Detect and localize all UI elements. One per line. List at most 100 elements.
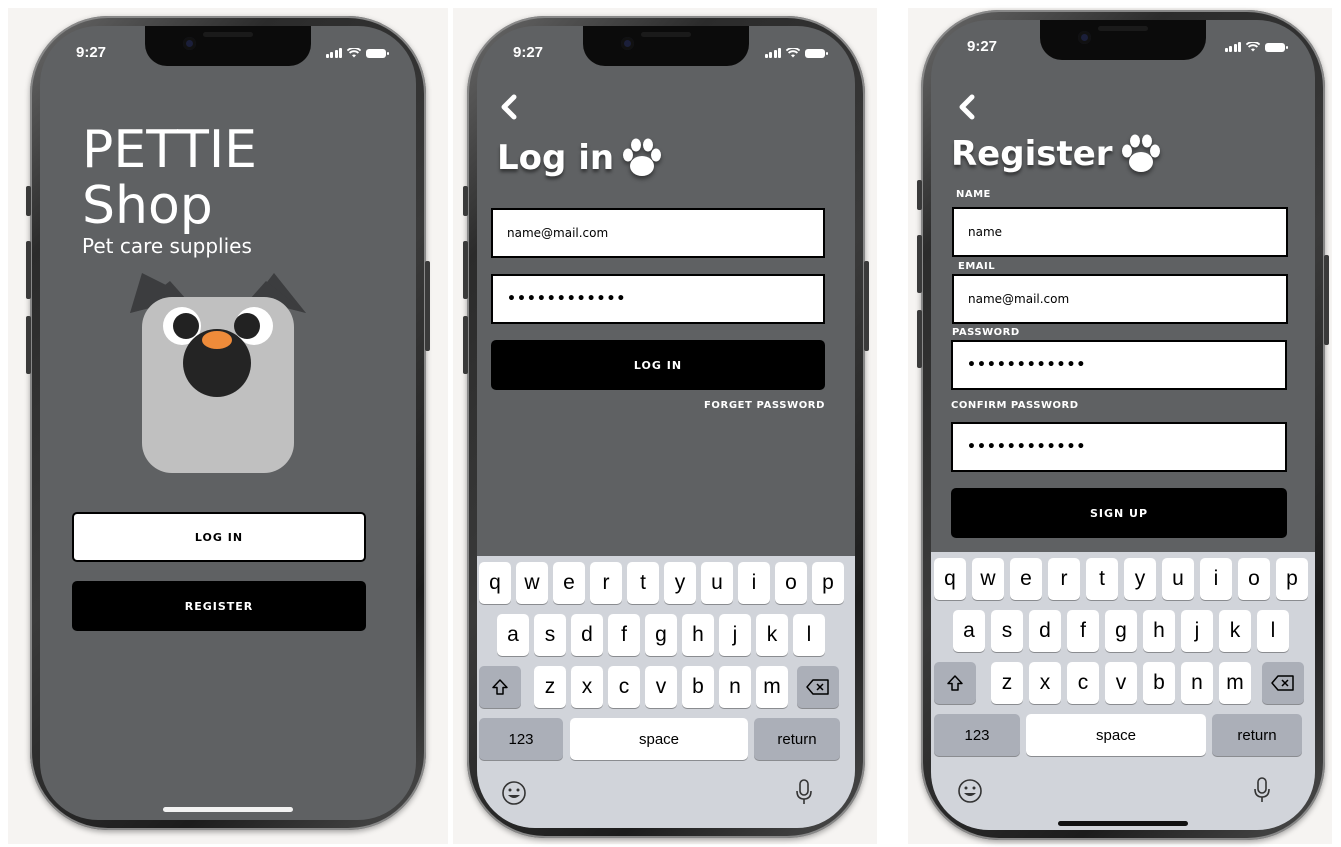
key-b[interactable]: b: [1143, 662, 1175, 704]
key-j[interactable]: j: [719, 614, 751, 656]
shift-key[interactable]: [934, 662, 976, 704]
home-indicator[interactable]: [1058, 821, 1188, 826]
return-key[interactable]: return: [754, 718, 840, 760]
key-l[interactable]: l: [793, 614, 825, 656]
key-p[interactable]: p: [1276, 558, 1308, 600]
login-title: Log in: [497, 138, 615, 178]
key-x[interactable]: x: [1029, 662, 1061, 704]
key-k[interactable]: k: [756, 614, 788, 656]
confirm-password-label: CONFIRM PASSWORD: [951, 400, 1079, 411]
key-g[interactable]: g: [1105, 610, 1137, 652]
name-field[interactable]: name: [952, 207, 1288, 257]
shift-key[interactable]: [479, 666, 521, 708]
key-u[interactable]: u: [701, 562, 733, 604]
key-q[interactable]: q: [479, 562, 511, 604]
key-z[interactable]: z: [991, 662, 1023, 704]
numbers-key[interactable]: 123: [479, 718, 563, 760]
notch: [1040, 20, 1206, 60]
delete-key[interactable]: [1262, 662, 1304, 704]
key-r[interactable]: r: [590, 562, 622, 604]
key-w[interactable]: w: [516, 562, 548, 604]
camera-icon: [1078, 31, 1091, 44]
forgot-password-link[interactable]: FORGET PASSWORD: [704, 400, 825, 411]
key-k[interactable]: k: [1219, 610, 1251, 652]
key-w[interactable]: w: [972, 558, 1004, 600]
register-screen: 9:27 Register NAME name EMAIL name@mail.…: [931, 20, 1315, 830]
key-e[interactable]: e: [1010, 558, 1042, 600]
welcome-register-button[interactable]: REGISTER: [72, 581, 366, 631]
chevron-left-icon[interactable]: [957, 94, 977, 120]
keyboard-row-1: q w e r t y u i o p: [931, 558, 1315, 600]
emoji-icon[interactable]: [501, 780, 527, 806]
key-z[interactable]: z: [534, 666, 566, 708]
space-key[interactable]: space: [570, 718, 748, 760]
status-icons: [764, 48, 828, 58]
key-f[interactable]: f: [608, 614, 640, 656]
key-s[interactable]: s: [534, 614, 566, 656]
microphone-icon[interactable]: [1253, 776, 1271, 804]
key-v[interactable]: v: [1105, 662, 1137, 704]
camera-icon: [183, 37, 196, 50]
password-field[interactable]: ••••••••••••: [951, 340, 1287, 390]
key-v[interactable]: v: [645, 666, 677, 708]
key-n[interactable]: n: [719, 666, 751, 708]
password-field[interactable]: ••••••••••••: [491, 274, 825, 324]
register-title: Register: [951, 134, 1113, 174]
key-o[interactable]: o: [775, 562, 807, 604]
key-j[interactable]: j: [1181, 610, 1213, 652]
key-i[interactable]: i: [738, 562, 770, 604]
key-n[interactable]: n: [1181, 662, 1213, 704]
key-y[interactable]: y: [664, 562, 696, 604]
key-f[interactable]: f: [1067, 610, 1099, 652]
email-field[interactable]: name@mail.com: [952, 274, 1288, 324]
chevron-left-icon[interactable]: [499, 94, 519, 120]
shift-icon: [492, 679, 508, 695]
wifi-icon: [786, 48, 800, 58]
key-q[interactable]: q: [934, 558, 966, 600]
key-x[interactable]: x: [571, 666, 603, 708]
return-key[interactable]: return: [1212, 714, 1302, 756]
email-field[interactable]: name@mail.com: [491, 208, 825, 258]
key-a[interactable]: a: [953, 610, 985, 652]
keyboard-row-2: a s d f g h j k l: [931, 610, 1315, 652]
key-b[interactable]: b: [682, 666, 714, 708]
key-s[interactable]: s: [991, 610, 1023, 652]
key-u[interactable]: u: [1162, 558, 1194, 600]
welcome-login-button[interactable]: LOG IN: [72, 512, 366, 562]
delete-key[interactable]: [797, 666, 839, 708]
key-d[interactable]: d: [571, 614, 603, 656]
key-e[interactable]: e: [553, 562, 585, 604]
signal-icon: [1224, 42, 1241, 52]
key-h[interactable]: h: [1143, 610, 1175, 652]
key-a[interactable]: a: [497, 614, 529, 656]
key-l[interactable]: l: [1257, 610, 1289, 652]
phone-welcome: 9:27 PETTIE Shop Pet care supplies LOG I…: [26, 16, 430, 830]
key-t[interactable]: t: [1086, 558, 1118, 600]
notch: [145, 26, 311, 66]
key-d[interactable]: d: [1029, 610, 1061, 652]
microphone-icon[interactable]: [795, 778, 813, 806]
paw-icon: [1121, 134, 1160, 172]
status-time: 9:27: [513, 44, 544, 61]
key-c[interactable]: c: [1067, 662, 1099, 704]
email-label: EMAIL: [958, 261, 996, 272]
space-key[interactable]: space: [1026, 714, 1206, 756]
emoji-icon[interactable]: [957, 778, 983, 804]
key-g[interactable]: g: [645, 614, 677, 656]
numbers-key[interactable]: 123: [934, 714, 1020, 756]
sign-up-button[interactable]: SIGN UP: [951, 488, 1287, 538]
key-i[interactable]: i: [1200, 558, 1232, 600]
key-c[interactable]: c: [608, 666, 640, 708]
key-h[interactable]: h: [682, 614, 714, 656]
key-y[interactable]: y: [1124, 558, 1156, 600]
key-p[interactable]: p: [812, 562, 844, 604]
key-m[interactable]: m: [1219, 662, 1251, 704]
key-t[interactable]: t: [627, 562, 659, 604]
keyboard: q w e r t y u i o p a s d f g h j k l z …: [931, 552, 1315, 830]
key-r[interactable]: r: [1048, 558, 1080, 600]
login-button[interactable]: LOG IN: [491, 340, 825, 390]
confirm-password-field[interactable]: ••••••••••••: [951, 422, 1287, 472]
key-m[interactable]: m: [756, 666, 788, 708]
home-indicator[interactable]: [163, 807, 293, 812]
key-o[interactable]: o: [1238, 558, 1270, 600]
